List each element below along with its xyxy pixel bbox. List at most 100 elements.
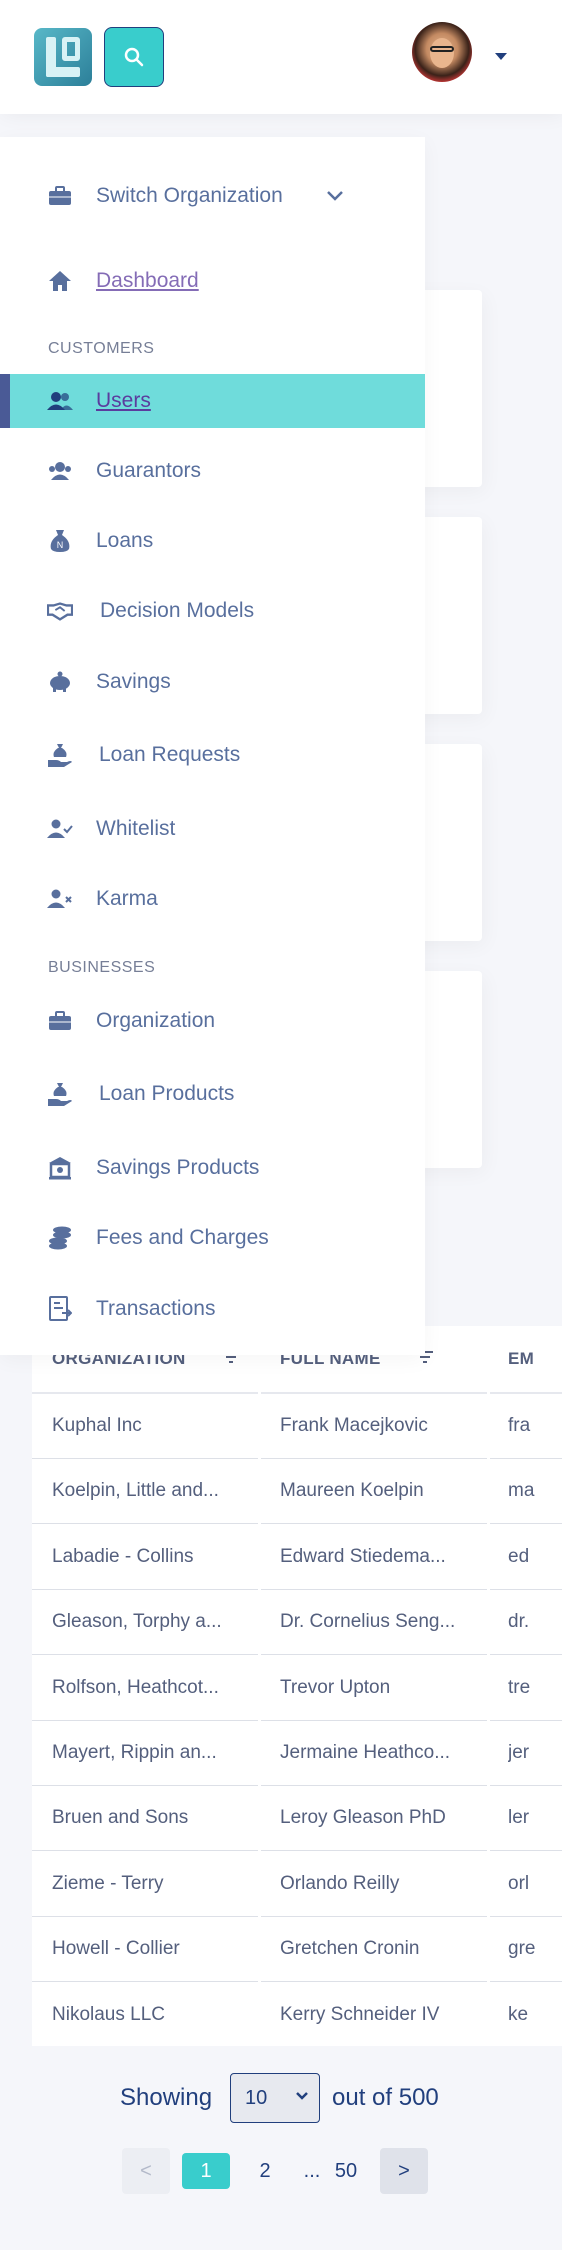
sidebar-item-savings[interactable]: Savings: [0, 655, 425, 709]
sidebar-item-label: Dashboard: [96, 269, 199, 292]
sidebar-item-label: Savings Products: [96, 1156, 260, 1179]
sidebar-item-karma[interactable]: Karma: [0, 872, 425, 926]
table-row[interactable]: Labadie - Collins Edward Stiedema... ed: [32, 1525, 562, 1590]
cell-full-name: Dr. Cornelius Seng...: [280, 1611, 456, 1633]
sidebar-item-transactions[interactable]: Transactions: [0, 1282, 425, 1336]
cell-organization: Nikolaus LLC: [52, 2003, 165, 2025]
sidebar-item-label: Loans: [96, 529, 154, 552]
hand-money-icon: [47, 1081, 73, 1107]
sidebar-item-fees-and-charges[interactable]: Fees and Charges: [0, 1211, 425, 1265]
cell-email: ed: [508, 1545, 530, 1567]
table-row[interactable]: Bruen and Sons Leroy Gleason PhD ler: [32, 1786, 562, 1852]
column-header-email[interactable]: EM: [508, 1326, 534, 1392]
switch-organization-button[interactable]: Switch Organization: [0, 169, 425, 223]
cell-full-name: Maureen Koelpin: [280, 1480, 424, 1502]
cell-full-name: Trevor Upton: [280, 1676, 391, 1698]
user-x-icon: [47, 886, 73, 912]
cell-email: ke: [508, 2003, 529, 2025]
cell-email: ma: [508, 1480, 535, 1502]
sidebar-item-label: Guarantors: [96, 459, 202, 482]
section-heading-businesses: BUSINESSES: [48, 959, 156, 976]
chevron-down-icon: [327, 191, 343, 201]
sidebar-item-organization[interactable]: Organization: [0, 994, 425, 1048]
chevron-down-icon[interactable]: [494, 52, 508, 62]
section-heading-customers: CUSTOMERS: [48, 340, 155, 357]
sidebar-item-label: Loan Products: [99, 1082, 235, 1105]
cell-email: gre: [508, 1938, 536, 1960]
sidebar-item-label: Karma: [96, 887, 158, 910]
cell-email: fra: [508, 1415, 531, 1436]
table-row[interactable]: Howell - Collier Gretchen Cronin gre: [32, 1917, 562, 1983]
cell-organization: Gleason, Torphy a...: [52, 1611, 222, 1633]
cell-email: jer: [508, 1742, 530, 1763]
search-button[interactable]: [104, 27, 164, 87]
page-button-1[interactable]: 1: [182, 2153, 230, 2189]
page-button-50[interactable]: 50: [328, 2148, 364, 2194]
cell-email: dr.: [508, 1611, 530, 1633]
total-count-label: out of 500: [332, 2084, 439, 2111]
users-table: ORGANIZATION FULL NAME EM Kuphal Inc Fran…: [32, 1326, 562, 2046]
cell-organization: Mayert, Rippin an...: [52, 1742, 217, 1763]
users-icon: [47, 388, 73, 414]
cell-organization: Rolfson, Heathcot...: [52, 1676, 219, 1698]
cell-email: tre: [508, 1676, 531, 1698]
cell-organization: Koelpin, Little and...: [52, 1480, 219, 1502]
cell-full-name: Gretchen Cronin: [280, 1938, 420, 1960]
table-row[interactable]: Kuphal Inc Frank Macejkovic fra: [32, 1394, 562, 1459]
sidebar-item-loans[interactable]: N Loans: [0, 514, 425, 568]
sidebar-item-savings-products[interactable]: Savings Products: [0, 1141, 425, 1195]
guarantors-icon: [47, 458, 73, 484]
sidebar-item-dashboard[interactable]: Dashboard: [0, 254, 425, 308]
briefcase-icon: [47, 1008, 73, 1034]
svg-text:N: N: [57, 540, 64, 550]
search-icon: [124, 47, 144, 67]
cell-full-name: Orlando Reilly: [280, 1872, 400, 1894]
user-check-icon: [47, 816, 73, 842]
sidebar-item-loan-requests[interactable]: Loan Requests: [0, 728, 425, 782]
table-row[interactable]: Rolfson, Heathcot... Trevor Upton tre: [32, 1656, 562, 1721]
chevron-down-icon: [296, 2092, 308, 2100]
sidebar-item-label: Transactions: [96, 1297, 216, 1320]
sidebar-item-users[interactable]: Users: [0, 374, 425, 428]
cell-email: ler: [508, 1807, 530, 1829]
app-logo[interactable]: [34, 28, 92, 86]
cell-organization: Zieme - Terry: [52, 1872, 164, 1894]
table-row[interactable]: Nikolaus LLC Kerry Schneider IV ke: [32, 1983, 562, 2046]
table-row[interactable]: Mayert, Rippin an... Jermaine Heathco... j…: [32, 1721, 562, 1786]
sidebar-item-label: Organization: [96, 1009, 216, 1032]
sidebar-item-label: Fees and Charges: [96, 1226, 269, 1249]
sidebar-item-guarantors[interactable]: Guarantors: [0, 444, 425, 498]
cell-full-name: Jermaine Heathco...: [280, 1742, 451, 1763]
sidebar-item-label: Decision Models: [100, 599, 255, 622]
table-row[interactable]: Koelpin, Little and... Maureen Koelpin ma: [32, 1459, 562, 1525]
page-button-2[interactable]: 2: [252, 2148, 278, 2194]
avatar[interactable]: [412, 22, 472, 82]
cell-organization: Kuphal Inc: [52, 1415, 142, 1436]
cell-organization: Labadie - Collins: [52, 1545, 194, 1567]
per-page-select[interactable]: 10: [230, 2073, 320, 2123]
bank-icon: [47, 1155, 73, 1181]
column-header-label: EM: [508, 1349, 535, 1368]
page-ellipsis: ...: [303, 2159, 321, 2182]
sidebar-item-loan-products[interactable]: Loan Products: [0, 1067, 425, 1121]
hand-money-icon: [47, 742, 73, 768]
sidebar-item-label: Whitelist: [96, 817, 176, 840]
home-icon: [47, 268, 73, 294]
table-row[interactable]: Zieme - Terry Orlando Reilly orl: [32, 1852, 562, 1917]
cell-full-name: Edward Stiedema...: [280, 1545, 446, 1567]
cell-email: orl: [508, 1872, 530, 1894]
piggy-bank-icon: [47, 669, 73, 695]
switch-organization-label: Switch Organization: [96, 184, 283, 207]
per-page-value: 10: [245, 2086, 268, 2109]
table-row[interactable]: Gleason, Torphy a... Dr. Cornelius Seng..…: [32, 1590, 562, 1656]
sidebar-item-whitelist[interactable]: Whitelist: [0, 802, 425, 856]
cell-organization: Howell - Collier: [52, 1938, 180, 1960]
cell-full-name: Frank Macejkovic: [280, 1415, 428, 1436]
money-sack-icon: N: [47, 528, 73, 554]
sidebar-item-decision-models[interactable]: Decision Models: [0, 584, 425, 638]
cell-full-name: Leroy Gleason PhD: [280, 1807, 446, 1829]
prev-page-button[interactable]: <: [122, 2148, 170, 2194]
next-page-button[interactable]: >: [380, 2148, 428, 2194]
cell-full-name: Kerry Schneider IV: [280, 2003, 440, 2025]
top-header: [0, 0, 562, 114]
